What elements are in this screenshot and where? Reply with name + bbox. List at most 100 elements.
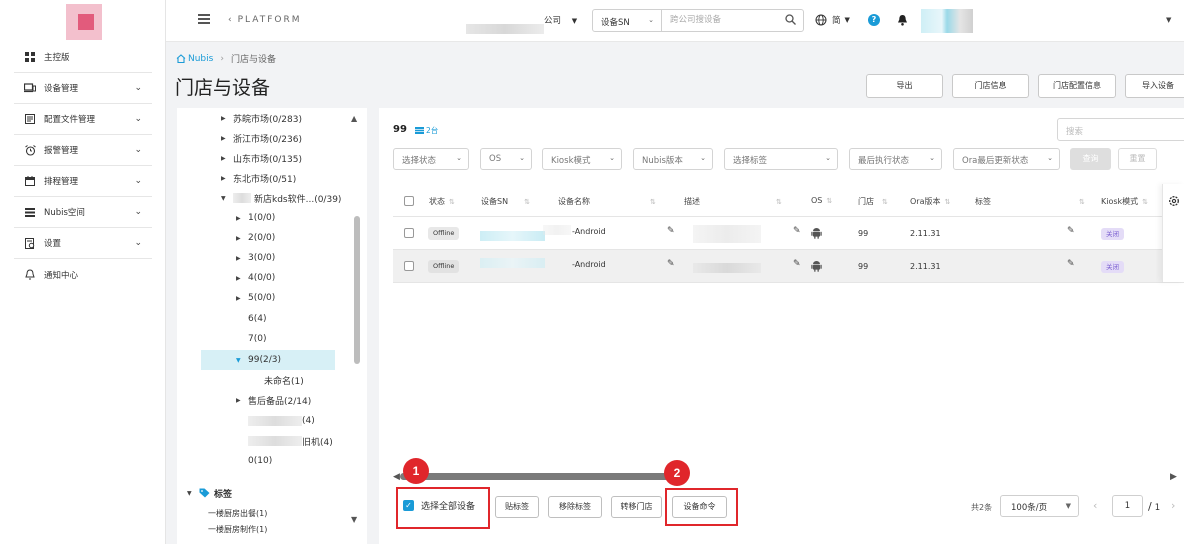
edit-description-icon[interactable]: ✎ (793, 226, 801, 236)
table-row[interactable]: Offline -Android ✎ ✎ 99 2.11.31 ✎ 关闭 (393, 250, 1184, 283)
tree-node[interactable]: ▶ 苏皖市场(0/283) (221, 108, 302, 128)
next-page-icon[interactable]: › (1171, 499, 1175, 512)
column-header-description[interactable]: 描述 ⇅ (684, 196, 782, 207)
breadcrumb-home[interactable]: Nubis (176, 54, 213, 64)
table-row[interactable]: Offline -Android ✎ ✎ 99 2.11.31 ✎ 关闭 (393, 217, 1184, 250)
sidebar: 主控版 设备管理 ⌄ 配置文件管理 ⌄ 报警管理 ⌄ 排程管理 ⌄ Nubis空… (0, 0, 166, 544)
column-header-ora-version[interactable]: Ora版本 ⇅ (910, 196, 950, 207)
reset-button[interactable]: 重置 (1118, 148, 1157, 170)
scroll-left-icon[interactable]: ◀ (393, 472, 400, 482)
chevron-down-icon: ⌄ (134, 114, 142, 124)
sidebar-item-nubis-space[interactable]: Nubis空间 ⌄ (14, 197, 152, 228)
caret-down-icon[interactable]: ▼ (1166, 16, 1171, 24)
tree-node-expanded[interactable]: ▼ 新店kds软件...(0/39) (221, 188, 341, 208)
horizontal-scrollbar-thumb[interactable] (400, 473, 672, 480)
sidebar-item-settings[interactable]: 设置 ⌄ (14, 228, 152, 259)
device-sn-redacted[interactable] (480, 231, 545, 241)
edit-tags-icon[interactable]: ✎ (1067, 259, 1075, 269)
sidebar-item-label: 排程管理 (44, 177, 79, 187)
column-header-tags[interactable]: 标签 ⇅ (975, 196, 1085, 207)
tree-node[interactable]: ▶ 浙江市场(0/236) (221, 128, 302, 148)
store-info-button[interactable]: 门店信息 (952, 74, 1029, 98)
sidebar-item-config-files[interactable]: 配置文件管理 ⌄ (14, 104, 152, 135)
device-search-input[interactable]: 搜索 (1057, 118, 1184, 141)
select-all-rows-checkbox[interactable] (404, 196, 414, 206)
column-header-sn[interactable]: 设备SN ⇅ (481, 196, 530, 207)
column-header-kiosk[interactable]: Kiosk模式 ⇅ (1101, 196, 1148, 207)
tag-filter[interactable]: 选择标签 ⌄ (724, 148, 838, 170)
row-checkbox[interactable] (404, 261, 414, 271)
ora-update-status-filter[interactable]: Ora最后更新状态 ⌄ (953, 148, 1060, 170)
edit-tags-icon[interactable]: ✎ (1067, 226, 1075, 236)
edit-description-icon[interactable]: ✎ (793, 259, 801, 269)
store-config-button[interactable]: 门店配置信息 (1038, 74, 1116, 98)
list-icon (24, 206, 36, 218)
tree-node-selected[interactable]: ▼ 99(2/3) (201, 350, 335, 370)
kiosk-mode-filter[interactable]: Kiosk模式 ⌄ (542, 148, 622, 170)
import-device-button[interactable]: 导入设备 (1125, 74, 1184, 98)
tree-scroll-up-icon[interactable]: ▲ (351, 114, 357, 123)
tag-item[interactable]: 一楼厨房制作(1) (208, 522, 267, 536)
menu-toggle-icon[interactable] (198, 14, 210, 24)
last-exec-status-filter[interactable]: 最后执行状态 ⌄ (849, 148, 942, 170)
filter-label: Ora最后更新状态 (962, 156, 1029, 166)
tree-node[interactable]: ▶ 1(0/0) (236, 208, 275, 228)
tree-scroll-down-icon[interactable]: ▼ (351, 515, 357, 524)
tree-node[interactable]: 旧机(4) (248, 431, 333, 451)
tree-node[interactable]: 6(4) (248, 309, 266, 329)
remove-tag-button[interactable]: 移除标签 (548, 496, 602, 518)
user-avatar-redacted[interactable] (921, 9, 973, 33)
nubis-version-filter[interactable]: Nubis版本 ⌄ (633, 148, 713, 170)
edit-name-icon[interactable]: ✎ (667, 259, 675, 269)
tree-node[interactable]: (4) (248, 411, 315, 431)
tree-node[interactable]: 0(10) (248, 451, 272, 471)
status-filter[interactable]: 选择状态 ⌄ (393, 148, 469, 170)
tree-node[interactable]: ▶ 售后备品(2/14) (236, 390, 311, 410)
company-select[interactable]: 公司 ▼ (544, 14, 577, 26)
page-separator: / (1148, 500, 1152, 513)
tree-node[interactable]: ▶ 山东市场(0/135) (221, 148, 302, 168)
sidebar-item-notifications[interactable]: 通知中心 (14, 259, 152, 290)
tree-scrollbar-thumb[interactable] (354, 216, 360, 364)
scroll-right-icon[interactable]: ▶ (1170, 472, 1177, 482)
transfer-store-button[interactable]: 转移门店 (611, 496, 662, 518)
platform-back-link[interactable]: ‹ PLATFORM (228, 15, 302, 25)
column-header-store[interactable]: 门店 ⇅ (858, 196, 888, 207)
device-sn-redacted[interactable] (480, 258, 545, 268)
gear-icon[interactable] (1168, 195, 1180, 207)
search-icon[interactable] (785, 14, 796, 28)
query-button[interactable]: 查询 (1070, 148, 1111, 170)
tree-node[interactable]: ▶ 东北市场(0/51) (221, 168, 296, 188)
os-filter[interactable]: OS ⌄ (480, 148, 532, 170)
search-input[interactable] (662, 10, 772, 30)
paste-tag-button[interactable]: 贴标签 (495, 496, 539, 518)
edit-name-icon[interactable]: ✎ (667, 226, 675, 236)
sidebar-item-device-management[interactable]: 设备管理 ⌄ (14, 73, 152, 104)
sidebar-item-dashboard[interactable]: 主控版 (14, 42, 152, 73)
row-checkbox[interactable] (404, 228, 414, 238)
brand-logo[interactable] (60, 4, 108, 40)
tree-node[interactable]: ▶ 4(0/0) (236, 268, 275, 288)
tag-item[interactable]: 一楼厨房出餐(1) (208, 503, 267, 523)
column-header-status[interactable]: 状态 ⇅ (429, 196, 455, 207)
select-all-devices-checkbox[interactable]: ✓ 选择全部设备 (403, 499, 475, 512)
tree-node[interactable]: 7(0) (248, 329, 266, 349)
page-size-select[interactable]: 100条/页 ▼ (1000, 495, 1079, 517)
tree-node[interactable]: ▶ 3(0/0) (236, 248, 275, 268)
tree-node[interactable]: ▶ 5(0/0) (236, 288, 275, 308)
sidebar-item-schedule[interactable]: 排程管理 ⌄ (14, 166, 152, 197)
tags-section-header[interactable]: ▼ 标签 (187, 483, 232, 503)
sidebar-item-alarms[interactable]: 报警管理 ⌄ (14, 135, 152, 166)
column-header-os[interactable]: OS ⇅ (811, 196, 832, 205)
export-button[interactable]: 导出 (866, 74, 943, 98)
column-header-device-name[interactable]: 设备名称 ⇅ (558, 196, 656, 207)
page-number-input[interactable]: 1 (1112, 495, 1143, 517)
device-command-button[interactable]: 设备命令 (672, 496, 727, 518)
tree-node[interactable]: ▶ 2(0/0) (236, 228, 275, 248)
language-select[interactable]: 简 ▼ (815, 14, 850, 26)
help-icon[interactable]: ? (868, 14, 880, 26)
prev-page-icon[interactable]: ‹ (1093, 499, 1097, 512)
tree-node[interactable]: 未命名(1) (264, 370, 304, 390)
search-type-select[interactable]: 设备SN ⌄ (592, 9, 662, 32)
notification-bell-icon[interactable] (897, 14, 908, 29)
